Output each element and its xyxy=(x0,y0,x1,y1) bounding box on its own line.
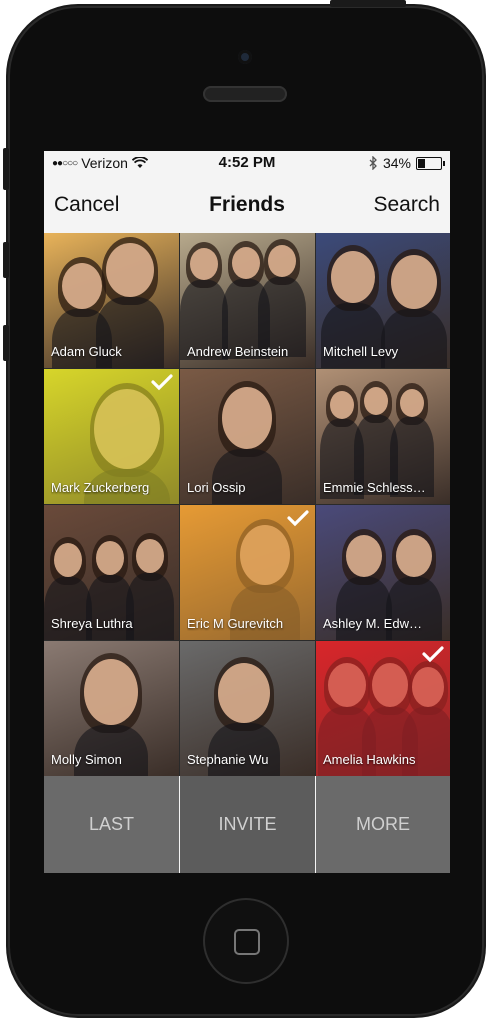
friend-tile[interactable]: Eric M Gurevitch xyxy=(180,505,315,640)
person-face xyxy=(400,389,424,417)
invite-button[interactable]: INVITE xyxy=(180,776,315,873)
person-face xyxy=(331,251,375,303)
friends-grid: Adam Gluck Andrew Beinstein Mitchell Levy M… xyxy=(44,233,450,776)
person-face xyxy=(330,391,354,419)
checkmark-icon xyxy=(422,646,444,663)
navigation-bar: Cancel Friends Search xyxy=(44,175,450,233)
person-face xyxy=(222,387,272,449)
person-face xyxy=(136,539,164,573)
battery-tip xyxy=(443,160,445,166)
friend-tile[interactable]: Amelia Hawkins xyxy=(316,641,450,776)
front-camera xyxy=(238,50,252,64)
friend-name: Adam Gluck xyxy=(51,344,122,359)
friend-tile[interactable]: Lori Ossip xyxy=(180,369,315,504)
friend-name: Amelia Hawkins xyxy=(323,752,416,767)
person-face xyxy=(346,535,382,577)
volume-down-button xyxy=(3,325,9,361)
person-face xyxy=(364,387,388,415)
person-face xyxy=(84,659,138,725)
search-button[interactable]: Search xyxy=(373,193,440,217)
person-face xyxy=(232,247,260,279)
screen: ●●○○○ Verizon 4:52 PM 34% Cancel Friends… xyxy=(44,151,450,873)
friend-tile[interactable]: Molly Simon xyxy=(44,641,179,776)
person-face xyxy=(190,248,218,280)
friend-tile[interactable]: Mark Zuckerberg xyxy=(44,369,179,504)
friend-tile[interactable]: Emmie Schless… xyxy=(316,369,450,504)
bottom-action-bar: LAST INVITE MORE xyxy=(44,776,450,873)
friend-name: Eric M Gurevitch xyxy=(187,616,284,631)
friend-name: Shreya Luthra xyxy=(51,616,133,631)
power-button xyxy=(330,0,406,7)
friend-name: Stephanie Wu xyxy=(187,752,269,767)
checkmark-icon xyxy=(151,374,173,391)
checkmark-icon xyxy=(287,510,309,527)
volume-up-button xyxy=(3,242,9,278)
friend-tile[interactable]: Adam Gluck xyxy=(44,233,179,368)
status-right: 34% xyxy=(369,155,445,171)
person-face xyxy=(62,263,102,309)
person-body xyxy=(381,309,447,368)
person-face xyxy=(268,245,296,277)
battery-percent: 34% xyxy=(382,155,411,171)
friend-name: Molly Simon xyxy=(51,752,122,767)
last-button[interactable]: LAST xyxy=(44,776,179,873)
person-body xyxy=(208,723,280,776)
mute-switch xyxy=(3,148,9,190)
person-face xyxy=(106,243,154,297)
battery-icon xyxy=(416,156,445,170)
earpiece-speaker xyxy=(203,86,287,102)
friend-tile[interactable]: Mitchell Levy xyxy=(316,233,450,368)
friend-tile[interactable]: Ashley M. Edw… xyxy=(316,505,450,640)
bluetooth-icon xyxy=(369,156,377,170)
more-button[interactable]: MORE xyxy=(316,776,450,873)
person-face xyxy=(218,663,270,723)
person-face xyxy=(391,255,437,309)
person-face xyxy=(396,535,432,577)
person-face xyxy=(54,543,82,577)
friend-name: Mitchell Levy xyxy=(323,344,399,359)
friend-name: Emmie Schless… xyxy=(323,480,426,495)
friend-tile[interactable]: Andrew Beinstein xyxy=(180,233,315,368)
friend-name: Mark Zuckerberg xyxy=(51,480,150,495)
status-bar: ●●○○○ Verizon 4:52 PM 34% xyxy=(44,151,450,175)
friend-name: Andrew Beinstein xyxy=(187,344,289,359)
friend-tile[interactable]: Stephanie Wu xyxy=(180,641,315,776)
cancel-button[interactable]: Cancel xyxy=(54,193,119,217)
friend-tile[interactable]: Shreya Luthra xyxy=(44,505,179,640)
battery-level-fill xyxy=(418,158,425,168)
person-body xyxy=(212,449,282,504)
friend-name: Lori Ossip xyxy=(187,480,246,495)
person-body xyxy=(74,725,148,776)
home-button[interactable] xyxy=(203,898,289,984)
home-square-icon xyxy=(234,929,260,955)
person-face xyxy=(96,541,124,575)
friend-name: Ashley M. Edw… xyxy=(323,616,422,631)
